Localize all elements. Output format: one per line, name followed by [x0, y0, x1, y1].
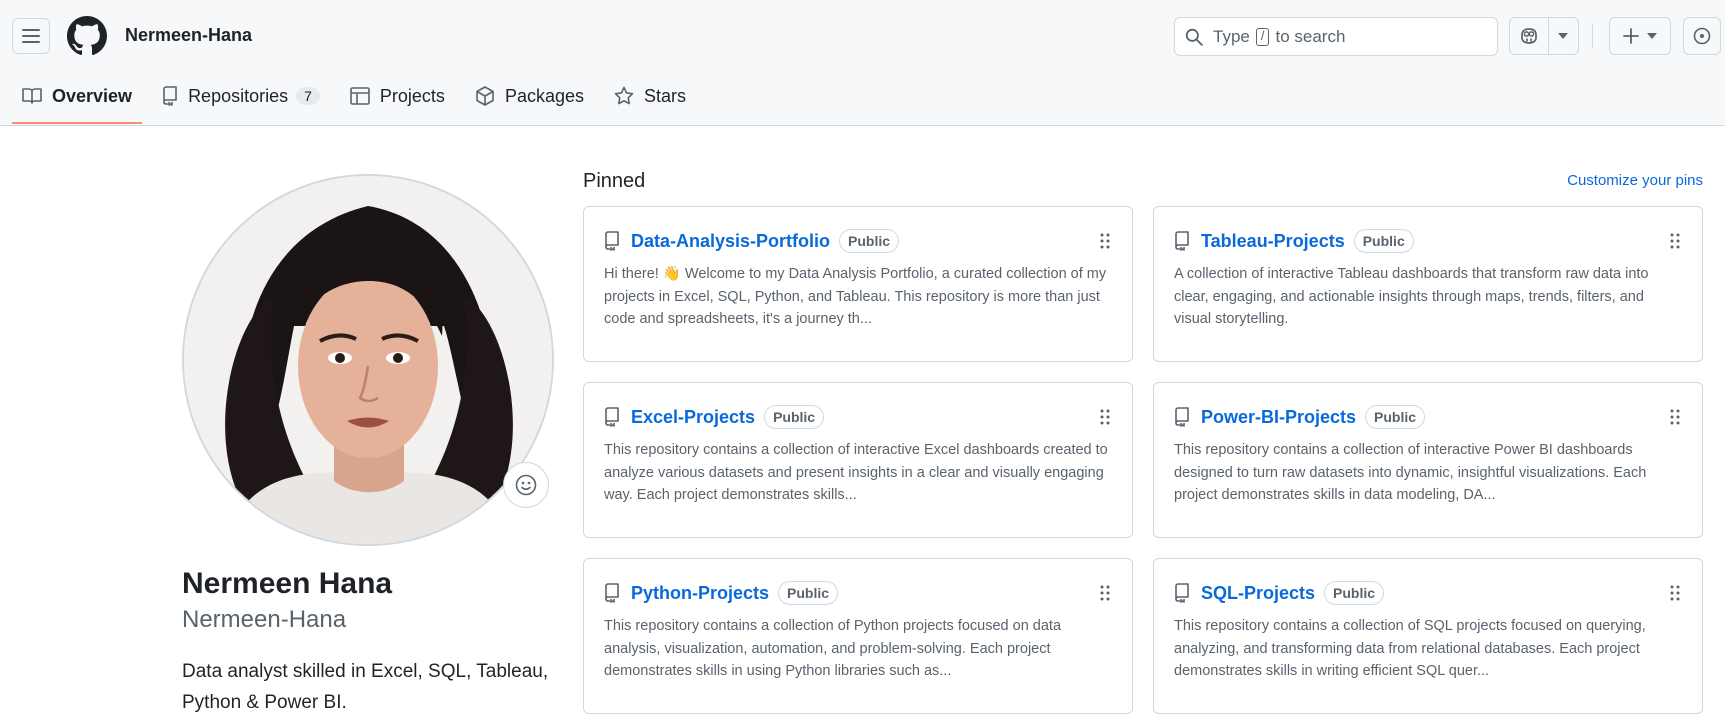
copilot-menu-button[interactable] — [1549, 18, 1578, 54]
visibility-badge: Public — [839, 229, 900, 253]
tab-packages[interactable]: Packages — [465, 78, 594, 114]
pinned-repo-card: Excel-Projects Public This repository cont… — [583, 382, 1133, 538]
pinned-repo-card: SQL-Projects Public This repository contai… — [1153, 558, 1703, 714]
tab-label: Projects — [379, 85, 445, 106]
repo-icon — [1175, 583, 1189, 603]
repo-card-header: Tableau-Projects Public — [1174, 229, 1414, 253]
tab-stars[interactable]: Stars — [604, 78, 696, 114]
tab-label: Overview — [52, 85, 133, 106]
repo-card-header: SQL-Projects Public — [1174, 581, 1385, 605]
github-logo-icon[interactable] — [67, 16, 107, 56]
header-divider — [1592, 24, 1593, 48]
package-icon — [476, 86, 494, 106]
repo-icon — [605, 231, 619, 251]
repo-description: A collection of interactive Tableau dash… — [1174, 266, 1649, 327]
repo-name-link[interactable]: SQL-Projects — [1201, 583, 1315, 604]
visibility-badge: Public — [778, 581, 839, 605]
repo-description: This repository contains a collection of… — [604, 442, 1108, 503]
hamburger-icon — [22, 29, 40, 43]
triangle-down-icon — [1558, 33, 1569, 39]
search-shortcut-key: / — [1255, 27, 1270, 46]
tab-repositories[interactable]: Repositories 7 — [152, 78, 330, 114]
search-placeholder-prefix: Type — [1213, 26, 1250, 46]
repo-card-header: Python-Projects Public — [604, 581, 839, 605]
visibility-badge: Public — [764, 405, 825, 429]
repo-name-link[interactable]: Excel-Projects — [631, 407, 755, 428]
search-input[interactable]: Type / to search — [1174, 17, 1498, 56]
pinned-repo-card: Python-Projects Public This repository con… — [583, 558, 1133, 714]
repo-icon — [1175, 407, 1189, 427]
pinned-repo-card: Data-Analysis-Portfolio Public Hi there! 👋… — [583, 206, 1133, 362]
customize-pins-link[interactable]: Customize your pins — [1567, 172, 1703, 189]
table-icon — [350, 87, 370, 105]
repo-name-link[interactable]: Tableau-Projects — [1201, 231, 1345, 252]
repo-name-link[interactable]: Power-BI-Projects — [1201, 407, 1356, 428]
drag-handle-icon[interactable] — [1100, 585, 1110, 601]
tab-label: Stars — [644, 85, 687, 106]
profile-username: Nermeen-Hana — [182, 606, 347, 633]
menu-button[interactable] — [12, 18, 50, 54]
issues-button[interactable] — [1683, 17, 1721, 55]
repo-icon — [605, 407, 619, 427]
pinned-heading: Pinned — [583, 170, 646, 192]
repo-name-link[interactable]: Python-Projects — [631, 583, 769, 604]
tab-label: Repositories — [188, 85, 289, 106]
visibility-badge: Public — [1324, 581, 1385, 605]
profile-tabs: Overview Repositories 7 Projects Package… — [12, 78, 706, 126]
global-header: Nermeen-Hana Type / to search Overview R… — [0, 0, 1725, 126]
repo-icon — [1175, 231, 1189, 251]
repo-description: This repository contains a collection of… — [1174, 442, 1647, 503]
tab-projects[interactable]: Projects — [340, 78, 455, 114]
repo-description: Hi there! 👋 Welcome to my Data Analysis … — [604, 266, 1107, 327]
repositories-count-badge: 7 — [296, 87, 320, 105]
pinned-repo-card: Tableau-Projects Public A collection of in… — [1153, 206, 1703, 362]
plus-icon — [1623, 28, 1639, 44]
profile-full-name: Nermeen Hana — [182, 567, 393, 600]
header-username-link[interactable]: Nermeen-Hana — [125, 25, 252, 46]
tab-overview[interactable]: Overview — [12, 78, 143, 124]
repo-card-header: Excel-Projects Public — [604, 405, 825, 429]
tab-label: Packages — [504, 85, 584, 106]
drag-handle-icon[interactable] — [1670, 409, 1680, 425]
visibility-badge: Public — [1365, 405, 1426, 429]
repo-card-header: Data-Analysis-Portfolio Public — [604, 229, 900, 253]
repo-name-link[interactable]: Data-Analysis-Portfolio — [631, 231, 830, 252]
drag-handle-icon[interactable] — [1670, 233, 1680, 249]
avatar-portrait — [184, 176, 552, 544]
drag-handle-icon[interactable] — [1100, 233, 1110, 249]
repo-icon — [163, 86, 177, 106]
repo-description: This repository contains a collection of… — [1174, 618, 1646, 679]
repo-card-header: Power-BI-Projects Public — [1174, 405, 1426, 429]
avatar[interactable] — [182, 174, 554, 546]
issue-opened-icon — [1693, 27, 1711, 45]
drag-handle-icon[interactable] — [1670, 585, 1680, 601]
copilot-button-group — [1509, 17, 1579, 55]
search-icon — [1185, 28, 1203, 46]
book-icon — [22, 88, 42, 104]
profile-bio: Data analyst skilled in Excel, SQL, Tabl… — [182, 661, 549, 713]
repo-description: This repository contains a collection of… — [604, 618, 1062, 679]
pinned-repo-card: Power-BI-Projects Public This repository c… — [1153, 382, 1703, 538]
visibility-badge: Public — [1353, 229, 1414, 253]
copilot-icon — [1521, 28, 1537, 44]
repo-icon — [605, 583, 619, 603]
star-icon — [614, 86, 634, 105]
create-new-button[interactable] — [1609, 17, 1671, 55]
search-placeholder-suffix: to search — [1275, 26, 1346, 46]
drag-handle-icon[interactable] — [1100, 409, 1110, 425]
copilot-button[interactable] — [1510, 18, 1549, 54]
set-status-button[interactable] — [503, 462, 549, 508]
smiley-icon — [515, 474, 537, 496]
triangle-down-icon — [1647, 33, 1657, 39]
